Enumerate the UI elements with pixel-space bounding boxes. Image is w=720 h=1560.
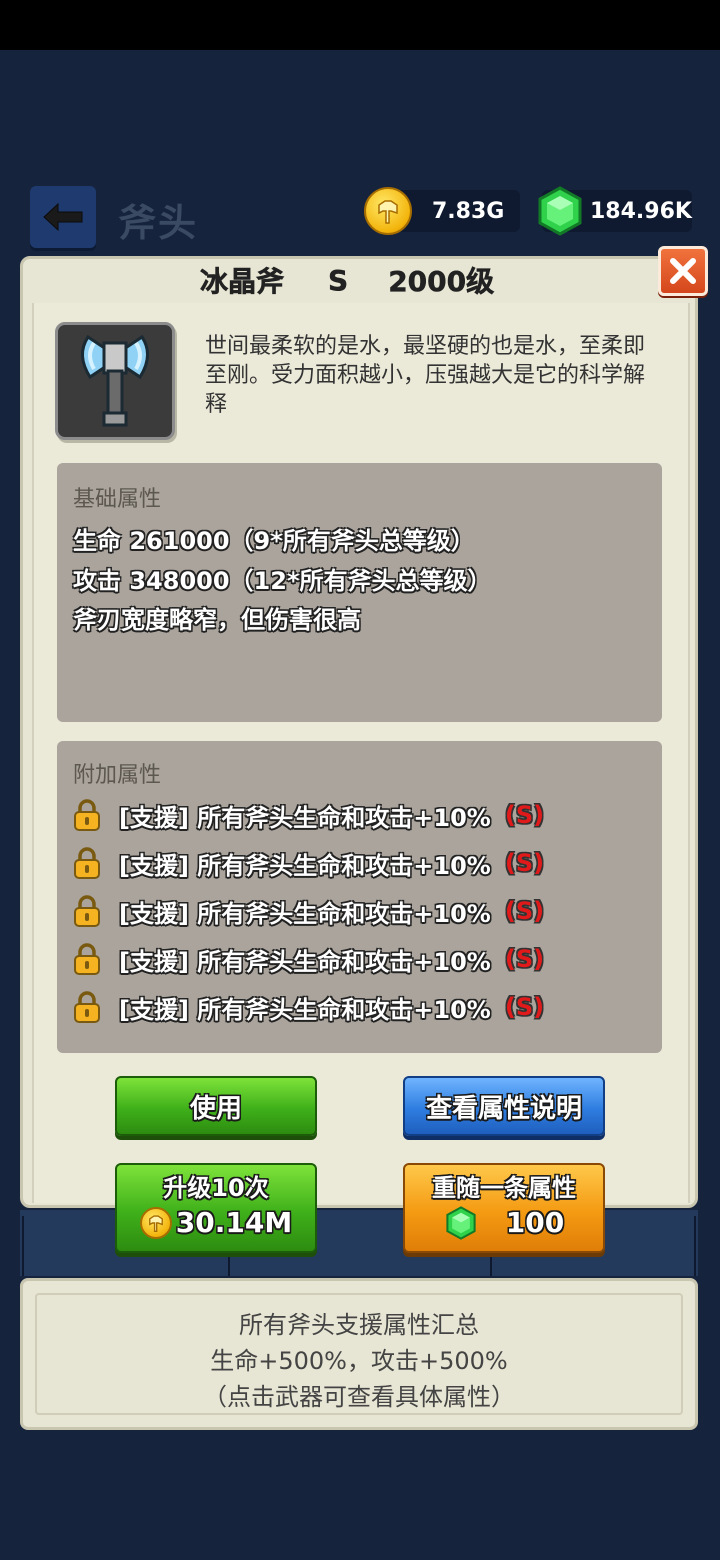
lock-icon[interactable] [73,942,101,976]
extra-attribute-grade: (S) [504,801,545,829]
back-arrow-icon [43,202,83,232]
upgrade-cost: 30.14M [175,1206,293,1239]
support-summary-panel[interactable]: 所有斧头支援属性汇总 生命+500%，攻击+500% （点击武器可查看具体属性） [20,1278,698,1430]
extra-attribute-grade: (S) [504,993,545,1021]
summary-bonus: 生命+500%，攻击+500% [210,1347,508,1375]
extra-attributes-box: 附加属性 [支援] 所有斧头生命和攻击+10% (S) [支援] 所有斧头生命和… [57,741,662,1053]
extra-attribute-row[interactable]: [支援] 所有斧头生命和攻击+10% (S) [73,798,544,832]
item-level: 2000级 [388,265,495,299]
item-description: 世间最柔软的是水，最坚硬的也是水，至柔即至刚。受力面积越小，压强越大是它的科学解… [205,334,646,417]
extra-attribute-text: [支援] 所有斧头生命和攻击+10% [119,947,491,976]
base-attribute-line: 攻击 348000（12*所有斧头总等级） [73,567,492,595]
page-title: 斧头 [118,201,199,245]
summary-hint: （点击武器可查看具体属性） [203,1383,515,1411]
extra-attribute-text: [支援] 所有斧头生命和攻击+10% [119,803,491,832]
extra-attribute-row[interactable]: [支援] 所有斧头生命和攻击+10% (S) [73,894,544,928]
extra-attribute-row[interactable]: [支援] 所有斧头生命和攻击+10% (S) [73,990,544,1024]
lock-icon[interactable] [73,798,101,832]
gold-coin-icon [364,187,412,235]
close-button[interactable] [658,246,708,296]
base-attributes-box: 基础属性 生命 261000（9*所有斧头总等级） 攻击 348000（12*所… [57,463,662,722]
extra-attribute-text: [支援] 所有斧头生命和攻击+10% [119,851,491,880]
gold-amount: 7.83G [432,198,505,224]
extra-attribute-row[interactable]: [支援] 所有斧头生命和攻击+10% (S) [73,846,544,880]
extra-attribute-grade: (S) [504,897,545,925]
lock-icon[interactable] [73,846,101,880]
summary-title: 所有斧头支援属性汇总 [239,1311,479,1339]
extra-attributes-heading: 附加属性 [73,763,162,788]
green-gem-icon [538,186,582,236]
item-grade: S [328,263,349,297]
extra-attribute-grade: (S) [504,945,545,973]
item-title-row: 冰晶斧 S 2000级 [200,262,560,298]
back-button[interactable] [30,186,96,248]
upgrade-label: 升级10次 [163,1174,269,1202]
green-gem-icon [446,1206,476,1240]
view-attributes-button[interactable]: 查看属性说明 [403,1076,605,1136]
base-attribute-line: 斧刃宽度略窄，但伤害很高 [73,606,361,634]
reroll-attribute-button[interactable]: 重随一条属性 100 [403,1163,605,1253]
ice-axe-icon [81,334,149,427]
close-icon [670,258,696,284]
gem-amount: 184.96K [590,198,692,224]
upgrade-10-button[interactable]: 升级10次 30.14M [115,1163,317,1253]
item-image[interactable] [55,322,175,440]
lock-icon[interactable] [73,894,101,928]
extra-attribute-text: [支援] 所有斧头生命和攻击+10% [119,899,491,928]
reroll-label: 重随一条属性 [432,1174,576,1202]
extra-attribute-row[interactable]: [支援] 所有斧头生命和攻击+10% (S) [73,942,544,976]
status-bar [0,0,720,50]
gold-coin-icon [139,1207,172,1239]
extra-attribute-text: [支援] 所有斧头生命和攻击+10% [119,995,491,1024]
reroll-cost: 100 [505,1206,565,1239]
base-attribute-line: 生命 261000（9*所有斧头总等级） [73,527,475,555]
item-name: 冰晶斧 [200,265,285,299]
base-attributes-heading: 基础属性 [73,487,162,512]
support-summary-inner: 所有斧头支援属性汇总 生命+500%，攻击+500% （点击武器可查看具体属性） [35,1293,683,1415]
lock-icon[interactable] [73,990,101,1024]
use-button[interactable]: 使用 [115,1076,317,1136]
extra-attribute-grade: (S) [504,849,545,877]
